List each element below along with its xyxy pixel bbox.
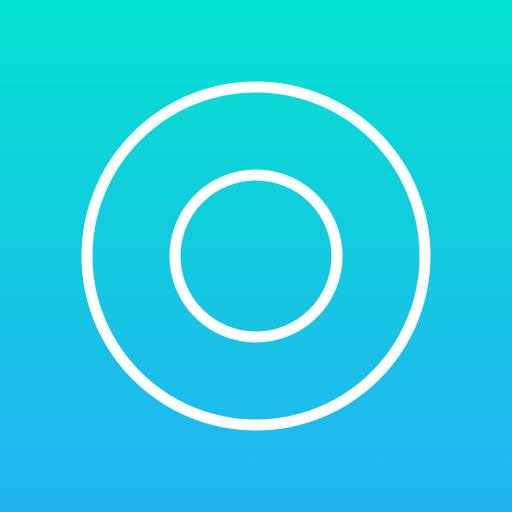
outer-ring <box>81 81 431 431</box>
inner-ring <box>169 169 343 343</box>
target-rings-icon <box>81 81 431 431</box>
app-icon-background <box>0 0 512 512</box>
